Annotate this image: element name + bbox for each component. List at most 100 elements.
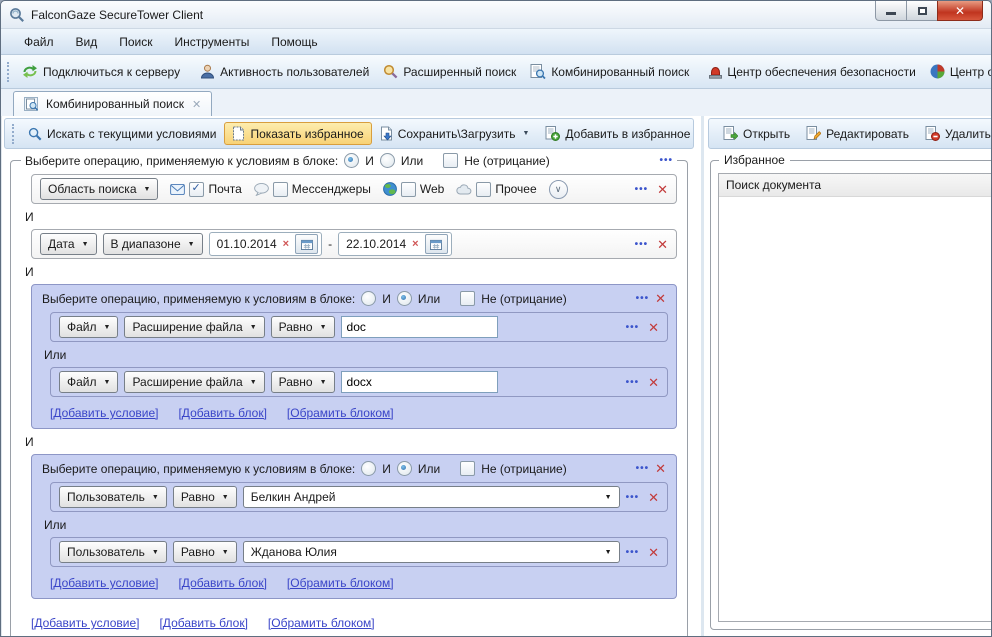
block-options-button[interactable]: ••• [636, 463, 650, 474]
chevron-down-icon[interactable]: ▼ [522, 130, 529, 137]
user-value-combobox[interactable]: Белкин Андрей ▼ [243, 486, 620, 508]
favorites-list-item[interactable]: Поиск документа [719, 174, 992, 197]
scope-selector-dropdown[interactable]: Область поиска ▼ [40, 178, 158, 200]
file-selector-dropdown[interactable]: Файл ▼ [59, 371, 118, 393]
messengers-checkbox[interactable] [273, 182, 288, 197]
web-checkbox[interactable] [401, 182, 416, 197]
or-radio[interactable] [380, 153, 395, 168]
remove-row-button[interactable]: ✕ [657, 183, 668, 196]
not-checkbox[interactable] [460, 461, 475, 476]
connect-server-icon [22, 64, 38, 79]
add-favorite-button[interactable]: Добавить в избранное [537, 122, 698, 145]
mail-checkbox[interactable] [189, 182, 204, 197]
tab-close-icon[interactable]: ✕ [192, 98, 201, 111]
file-field-dropdown[interactable]: Расширение файла ▼ [124, 371, 264, 393]
tab-label: Комбинированный поиск [46, 97, 184, 111]
file-value-input[interactable] [341, 371, 498, 393]
add-condition-link[interactable]: [Добавить условие] [31, 616, 139, 630]
file-operator-dropdown[interactable]: Равно ▼ [271, 316, 335, 338]
title-bar[interactable]: FalconGaze SecureTower Client ✕ [1, 1, 991, 29]
add-block-link[interactable]: [Добавить блок] [178, 406, 266, 420]
date-selector-dropdown[interactable]: Дата ▼ [40, 233, 97, 255]
remove-block-button[interactable]: ✕ [655, 292, 666, 305]
menu-view[interactable]: Вид [65, 31, 109, 53]
edit-favorite-button[interactable]: Редактировать [798, 122, 917, 145]
remove-row-button[interactable]: ✕ [648, 321, 659, 334]
row-options-button[interactable]: ••• [635, 239, 649, 250]
row-options-button[interactable]: ••• [626, 547, 640, 558]
remove-row-button[interactable]: ✕ [657, 238, 668, 251]
remove-row-button[interactable]: ✕ [648, 546, 659, 559]
not-checkbox[interactable] [443, 153, 458, 168]
menu-search[interactable]: Поиск [108, 31, 163, 53]
wrap-block-link[interactable]: [Обрамить блоком] [287, 576, 394, 590]
file-operator-dropdown[interactable]: Равно ▼ [271, 371, 335, 393]
search-toolbar: Искать с текущими условиями Показать изб… [4, 118, 694, 149]
search-current-button[interactable]: Искать с текущими условиями [20, 123, 224, 145]
file-operator-value: Равно [279, 375, 313, 389]
connect-server-button[interactable]: Подключиться к серверу [15, 60, 187, 83]
channel-web: Web [383, 182, 444, 197]
channel-messengers: Мессенджеры [254, 182, 371, 197]
user-selector-dropdown[interactable]: Пользователь ▼ [59, 486, 167, 508]
row-options-button[interactable]: ••• [626, 322, 640, 333]
delete-favorite-button[interactable]: Удалить [917, 122, 992, 145]
remove-block-button[interactable]: ✕ [655, 462, 666, 475]
row-options-button[interactable]: ••• [635, 184, 649, 195]
show-favorites-button[interactable]: Показать избранное [224, 122, 371, 145]
toolbar-grip[interactable] [7, 62, 9, 82]
date-to-field[interactable]: 22.10.2014 × [338, 232, 452, 256]
wrap-block-link[interactable]: [Обрамить блоком] [287, 406, 394, 420]
menu-tools[interactable]: Инструменты [164, 31, 261, 53]
date-from-field[interactable]: 01.10.2014 × [209, 232, 323, 256]
minimize-button[interactable] [875, 1, 907, 21]
file-selector-dropdown[interactable]: Файл ▼ [59, 316, 118, 338]
not-checkbox[interactable] [460, 291, 475, 306]
other-checkbox[interactable] [476, 182, 491, 197]
add-condition-link[interactable]: [Добавить условие] [50, 576, 158, 590]
toolbar-grip[interactable] [12, 124, 14, 144]
clear-date-icon[interactable]: × [412, 238, 418, 250]
restore-button[interactable] [906, 1, 938, 21]
favorites-list[interactable]: Поиск документа [718, 173, 992, 622]
add-condition-link[interactable]: [Добавить условие] [50, 406, 158, 420]
save-load-button[interactable]: Сохранить\Загрузить ▼ [372, 122, 538, 145]
file-field-value: Расширение файла [132, 375, 242, 389]
user-operator-dropdown[interactable]: Равно ▼ [173, 486, 237, 508]
remove-row-button[interactable]: ✕ [648, 491, 659, 504]
menu-file[interactable]: Файл [13, 31, 65, 53]
close-button[interactable]: ✕ [937, 1, 983, 21]
add-block-link[interactable]: [Добавить блок] [178, 576, 266, 590]
remove-row-button[interactable]: ✕ [648, 376, 659, 389]
menu-help[interactable]: Помощь [260, 31, 328, 53]
advanced-search-button[interactable]: Расширенный поиск [376, 60, 523, 83]
and-radio[interactable] [361, 461, 376, 476]
or-radio[interactable] [397, 291, 412, 306]
or-radio[interactable] [397, 461, 412, 476]
open-favorite-button[interactable]: Открыть [715, 122, 798, 145]
row-options-button[interactable]: ••• [626, 377, 640, 388]
calendar-button[interactable] [295, 234, 318, 254]
and-radio[interactable] [344, 153, 359, 168]
block-options-button[interactable]: ••• [636, 293, 650, 304]
report-center-button[interactable]: Центр отчёт [923, 60, 991, 83]
file-value-input[interactable] [341, 316, 498, 338]
wrap-block-link[interactable]: [Обрамить блоком] [268, 616, 375, 630]
user-selector-dropdown[interactable]: Пользователь ▼ [59, 541, 167, 563]
user-value-combobox[interactable]: Жданова Юлия ▼ [243, 541, 620, 563]
clear-date-icon[interactable]: × [283, 238, 289, 250]
user-activity-button[interactable]: Активность пользователей [193, 60, 376, 83]
and-radio[interactable] [361, 291, 376, 306]
tab-combined-search[interactable]: Комбинированный поиск ✕ [13, 91, 212, 116]
date-operator-dropdown[interactable]: В диапазоне ▼ [103, 233, 203, 255]
file-field-dropdown[interactable]: Расширение файла ▼ [124, 316, 264, 338]
user-operator-dropdown[interactable]: Равно ▼ [173, 541, 237, 563]
panel-splitter[interactable] [696, 116, 708, 636]
calendar-button[interactable] [425, 234, 448, 254]
add-block-link[interactable]: [Добавить блок] [159, 616, 247, 630]
row-options-button[interactable]: ••• [626, 492, 640, 503]
expand-scope-button[interactable]: ∨ [549, 180, 568, 199]
block-options-button[interactable]: ••• [659, 155, 673, 166]
combined-search-button[interactable]: Комбинированный поиск [523, 60, 696, 83]
security-center-button[interactable]: Центр обеспечения безопасности [702, 60, 923, 83]
